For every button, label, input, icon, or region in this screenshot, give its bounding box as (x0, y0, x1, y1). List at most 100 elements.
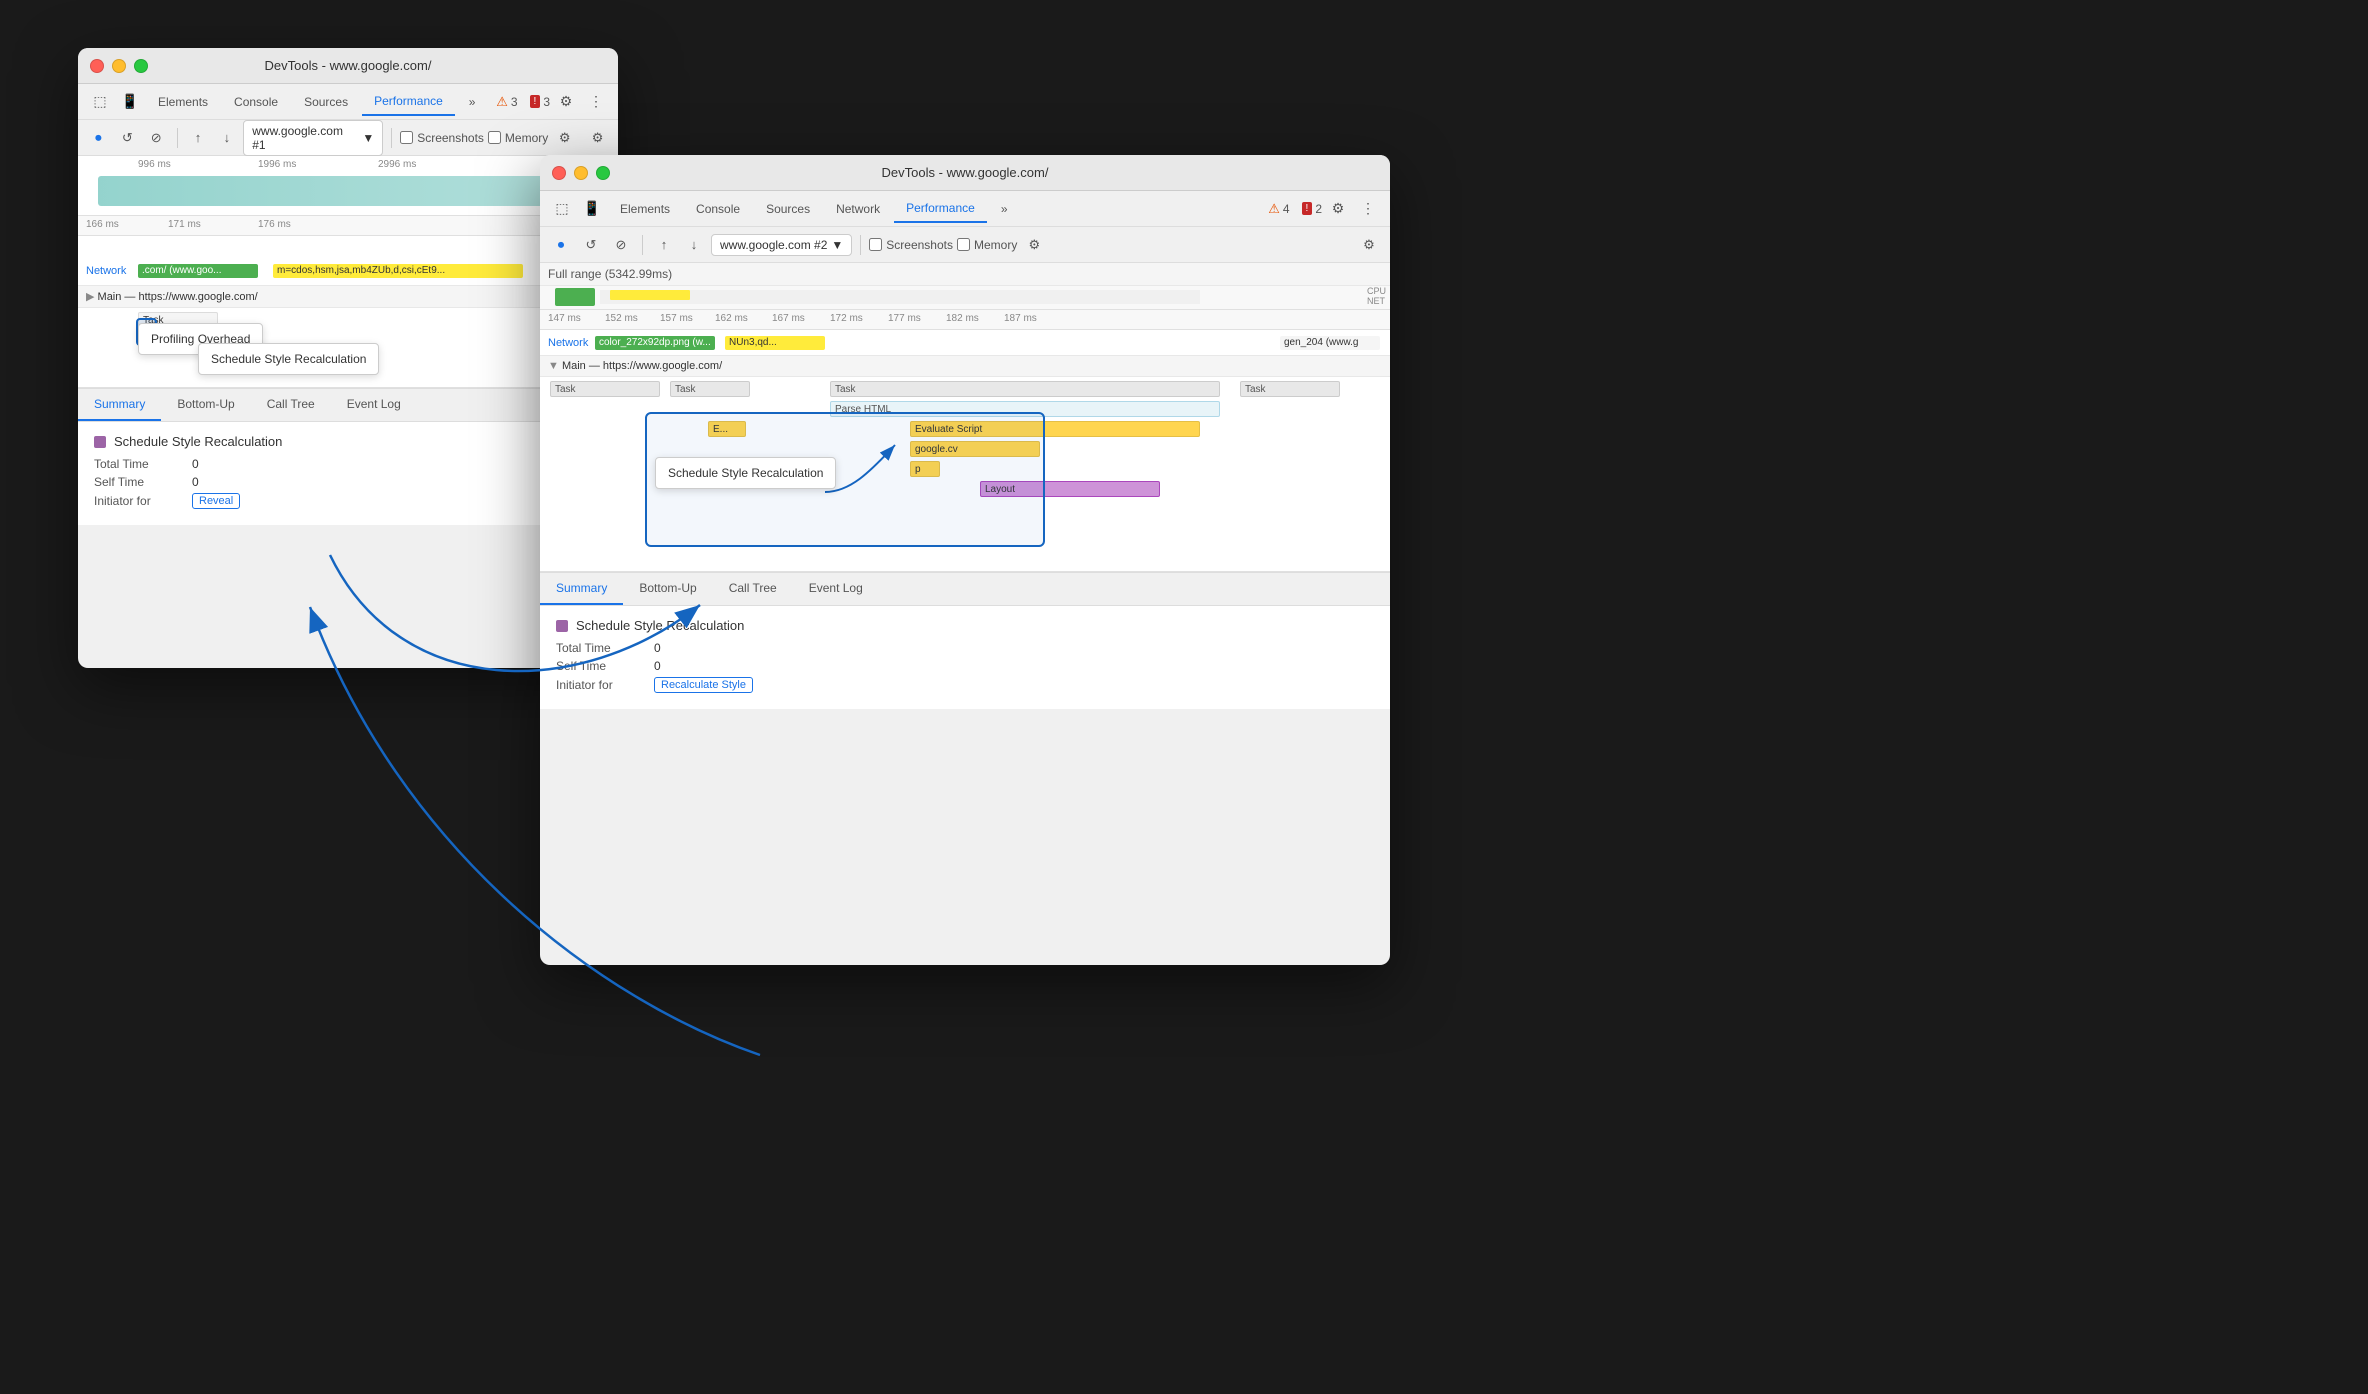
summary-tab-2[interactable]: Summary (540, 573, 623, 605)
devtools-window-2: DevTools - www.google.com/ ⬚ 📱 Elements … (540, 155, 1390, 965)
task-bar-2-3: Task (830, 381, 1220, 397)
minimize-button-2[interactable] (574, 166, 588, 180)
tab-sources-1[interactable]: Sources (292, 89, 360, 115)
e-bar: E... (708, 421, 746, 437)
task-bar-2-2: Task (670, 381, 750, 397)
clear-btn-1[interactable]: ⊘ (144, 125, 169, 151)
memory-check-1[interactable] (488, 131, 501, 144)
flame-chart-2: Task Task Task Task Parse HTML E... Eval… (540, 377, 1390, 572)
screenshots-checkbox-1[interactable]: Screenshots (400, 131, 484, 145)
parse-html-bar: Parse HTML (830, 401, 1220, 417)
settings-icon-1[interactable]: ⚙ (552, 88, 580, 116)
event-log-tab-2[interactable]: Event Log (793, 573, 879, 605)
tab-console-1[interactable]: Console (222, 89, 290, 115)
devtools-tabs-2: ⬚ 📱 Elements Console Sources Network Per… (540, 191, 1390, 227)
url-selector-2[interactable]: www.google.com #2 ▼ (711, 234, 852, 256)
sub-mark-2-8: 182 ms (946, 313, 979, 324)
warning-count-2: 4 (1283, 202, 1290, 216)
sub-mark-1: 166 ms (86, 219, 119, 230)
download-btn-2[interactable]: ↓ (681, 232, 707, 258)
memory-check-2[interactable] (957, 238, 970, 251)
device-icon-2[interactable]: 📱 (578, 195, 606, 223)
gear-icon-2[interactable]: ⚙ (1356, 232, 1382, 258)
warning-icon-2: ⚠ (1268, 201, 1280, 217)
devtools-window-1: DevTools - www.google.com/ ⬚ 📱 Elements … (78, 48, 618, 668)
more-icon-2[interactable]: ⋮ (1354, 195, 1382, 223)
maximize-button-2[interactable] (596, 166, 610, 180)
call-tree-tab-2[interactable]: Call Tree (713, 573, 793, 605)
gear-icon-1[interactable]: ⚙ (585, 125, 610, 151)
reveal-link-1[interactable]: Reveal (192, 493, 240, 509)
memory-icon-1[interactable]: ⚙ (552, 125, 577, 151)
more-icon-1[interactable]: ⋮ (582, 88, 610, 116)
ruler-mark-1: 996 ms (138, 159, 171, 170)
titlebar-1: DevTools - www.google.com/ (78, 48, 618, 84)
sub-mark-2-6: 172 ms (830, 313, 863, 324)
sub-ruler-1: 166 ms 171 ms 176 ms (78, 216, 618, 236)
memory-checkbox-1[interactable]: Memory (488, 131, 548, 145)
tab-elements-1[interactable]: Elements (146, 89, 220, 115)
event-log-tab-1[interactable]: Event Log (331, 389, 417, 421)
tab-performance-2[interactable]: Performance (894, 195, 987, 223)
record-btn-1[interactable]: ⏺ (86, 125, 111, 151)
url-selector-1[interactable]: www.google.com #1 ▼ (243, 120, 383, 156)
bottom-up-tab-1[interactable]: Bottom-Up (161, 389, 250, 421)
url-label-1: www.google.com #1 (252, 124, 358, 152)
inspect-icon[interactable]: ⬚ (86, 88, 114, 116)
tab-performance-1[interactable]: Performance (362, 88, 455, 116)
screenshots-check-1[interactable] (400, 131, 413, 144)
upload-btn-1[interactable]: ↑ (186, 125, 211, 151)
warning-badge-1: ⚠ 3 (496, 94, 517, 110)
url-label-2: www.google.com #2 (720, 238, 827, 252)
bottom-up-tab-2[interactable]: Bottom-Up (623, 573, 712, 605)
device-icon[interactable]: 📱 (116, 88, 144, 116)
screenshots-checkbox-2[interactable]: Screenshots (869, 238, 953, 252)
devtools-tabs-1: ⬚ 📱 Elements Console Sources Performance… (78, 84, 618, 120)
recalculate-link-2[interactable]: Recalculate Style (654, 677, 753, 693)
sub-mark-2-1: 147 ms (548, 313, 581, 324)
summary-tab-1[interactable]: Summary (78, 389, 161, 421)
tab-more-2[interactable]: » (989, 196, 1020, 222)
minimize-button-1[interactable] (112, 59, 126, 73)
sub-ruler-2: 147 ms 152 ms 157 ms 162 ms 167 ms 172 m… (540, 310, 1390, 330)
upload-btn-2[interactable]: ↑ (651, 232, 677, 258)
schedule-tooltip: Schedule Style Recalculation (198, 343, 379, 375)
download-btn-1[interactable]: ↓ (214, 125, 239, 151)
network-bar-1: .com/ (www.goo... (138, 264, 258, 278)
summary-title-1: Schedule Style Recalculation (94, 434, 602, 449)
network-track-1: Network .com/ (www.goo... m=cdos,hsm,jsa… (78, 256, 618, 286)
traffic-lights-2 (552, 166, 610, 180)
sub-mark-2-7: 177 ms (888, 313, 921, 324)
close-button-2[interactable] (552, 166, 566, 180)
main-ruler-2: 997 ms 1997 ms 2997 ms 3997 ms 4997 ms C… (540, 286, 1390, 310)
warning-count-1: 3 (511, 95, 518, 109)
reload-btn-2[interactable]: ↺ (578, 232, 604, 258)
bottom-tabs-2: Summary Bottom-Up Call Tree Event Log (540, 572, 1390, 606)
memory-icon-2[interactable]: ⚙ (1021, 232, 1047, 258)
screenshots-check-2[interactable] (869, 238, 882, 251)
tab-sources-2[interactable]: Sources (754, 196, 822, 222)
error-badge-1: ! 3 (530, 95, 550, 109)
close-button-1[interactable] (90, 59, 104, 73)
titlebar-2: DevTools - www.google.com/ (540, 155, 1390, 191)
summary-panel-1: Schedule Style Recalculation Total Time … (78, 422, 618, 525)
memory-checkbox-2[interactable]: Memory (957, 238, 1017, 252)
tab-network-2[interactable]: Network (824, 196, 892, 222)
call-tree-tab-1[interactable]: Call Tree (251, 389, 331, 421)
flame-chart-1: Task Profiling Overhead Schedule Style R… (78, 308, 618, 388)
reload-btn-1[interactable]: ↺ (115, 125, 140, 151)
record-btn-2[interactable]: ⏺ (548, 232, 574, 258)
summary-panel-2: Schedule Style Recalculation Total Time … (540, 606, 1390, 709)
inspect-icon-2[interactable]: ⬚ (548, 195, 576, 223)
summary-title-2: Schedule Style Recalculation (556, 618, 1374, 633)
settings-icon-2[interactable]: ⚙ (1324, 195, 1352, 223)
sub-mark-2-9: 187 ms (1004, 313, 1037, 324)
clear-btn-2[interactable]: ⊘ (608, 232, 634, 258)
full-range-label: Full range (5342.99ms) (540, 263, 1390, 286)
tab-console-2[interactable]: Console (684, 196, 752, 222)
tab-more-1[interactable]: » (457, 89, 488, 115)
sep-1 (177, 128, 178, 148)
tab-elements-2[interactable]: Elements (608, 196, 682, 222)
color-dot-1 (94, 436, 106, 448)
maximize-button-1[interactable] (134, 59, 148, 73)
